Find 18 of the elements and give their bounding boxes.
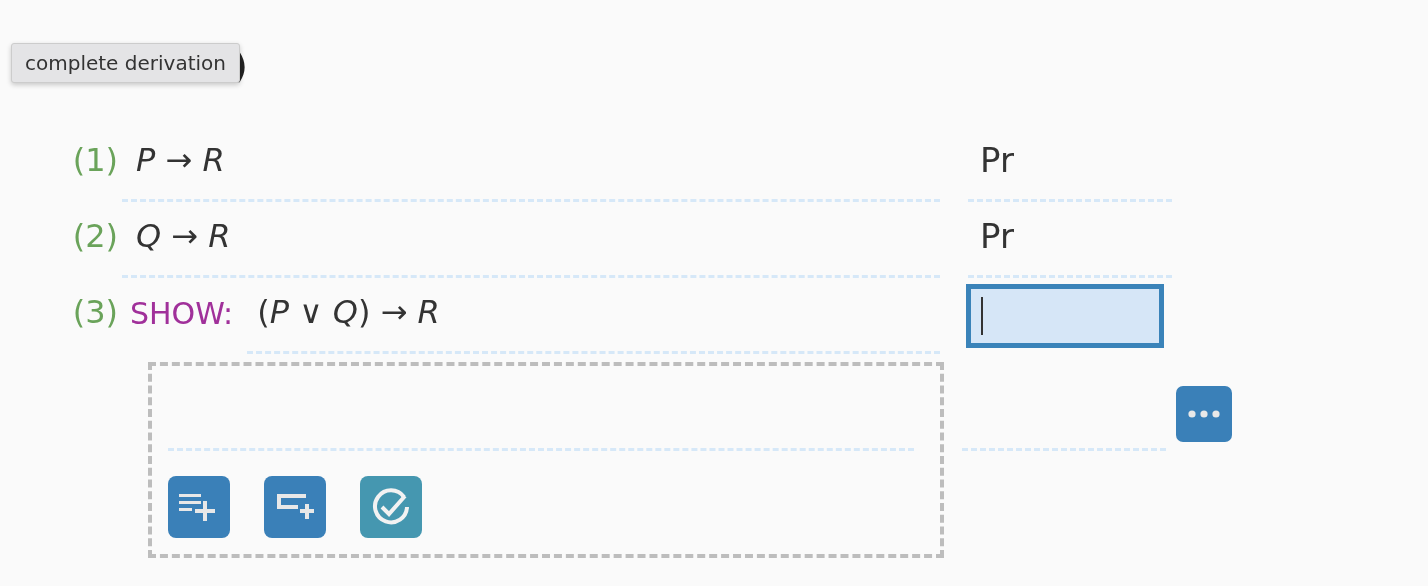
- more-button[interactable]: [1176, 386, 1232, 442]
- tooltip: complete derivation: [11, 43, 240, 83]
- check-circle-icon: [371, 487, 411, 527]
- show-label: SHOW:: [130, 295, 234, 333]
- line-number: (2): [71, 217, 118, 255]
- add-subderivation-button[interactable]: [264, 476, 326, 538]
- add-box-icon: [274, 492, 316, 522]
- formula-field[interactable]: Q → R: [122, 202, 940, 278]
- formula-field[interactable]: (P ∨ Q) → R: [247, 278, 940, 354]
- justification-field[interactable]: Pr: [968, 202, 1172, 278]
- check-button[interactable]: [360, 476, 422, 538]
- formula-field[interactable]: P → R: [122, 126, 940, 202]
- line-number: (3): [71, 293, 118, 331]
- more-icon: [1188, 410, 1220, 418]
- line-number: (1): [71, 141, 118, 179]
- justification-field[interactable]: Pr: [968, 126, 1172, 202]
- add-line-button[interactable]: [168, 476, 230, 538]
- justification-field[interactable]: [966, 284, 1164, 348]
